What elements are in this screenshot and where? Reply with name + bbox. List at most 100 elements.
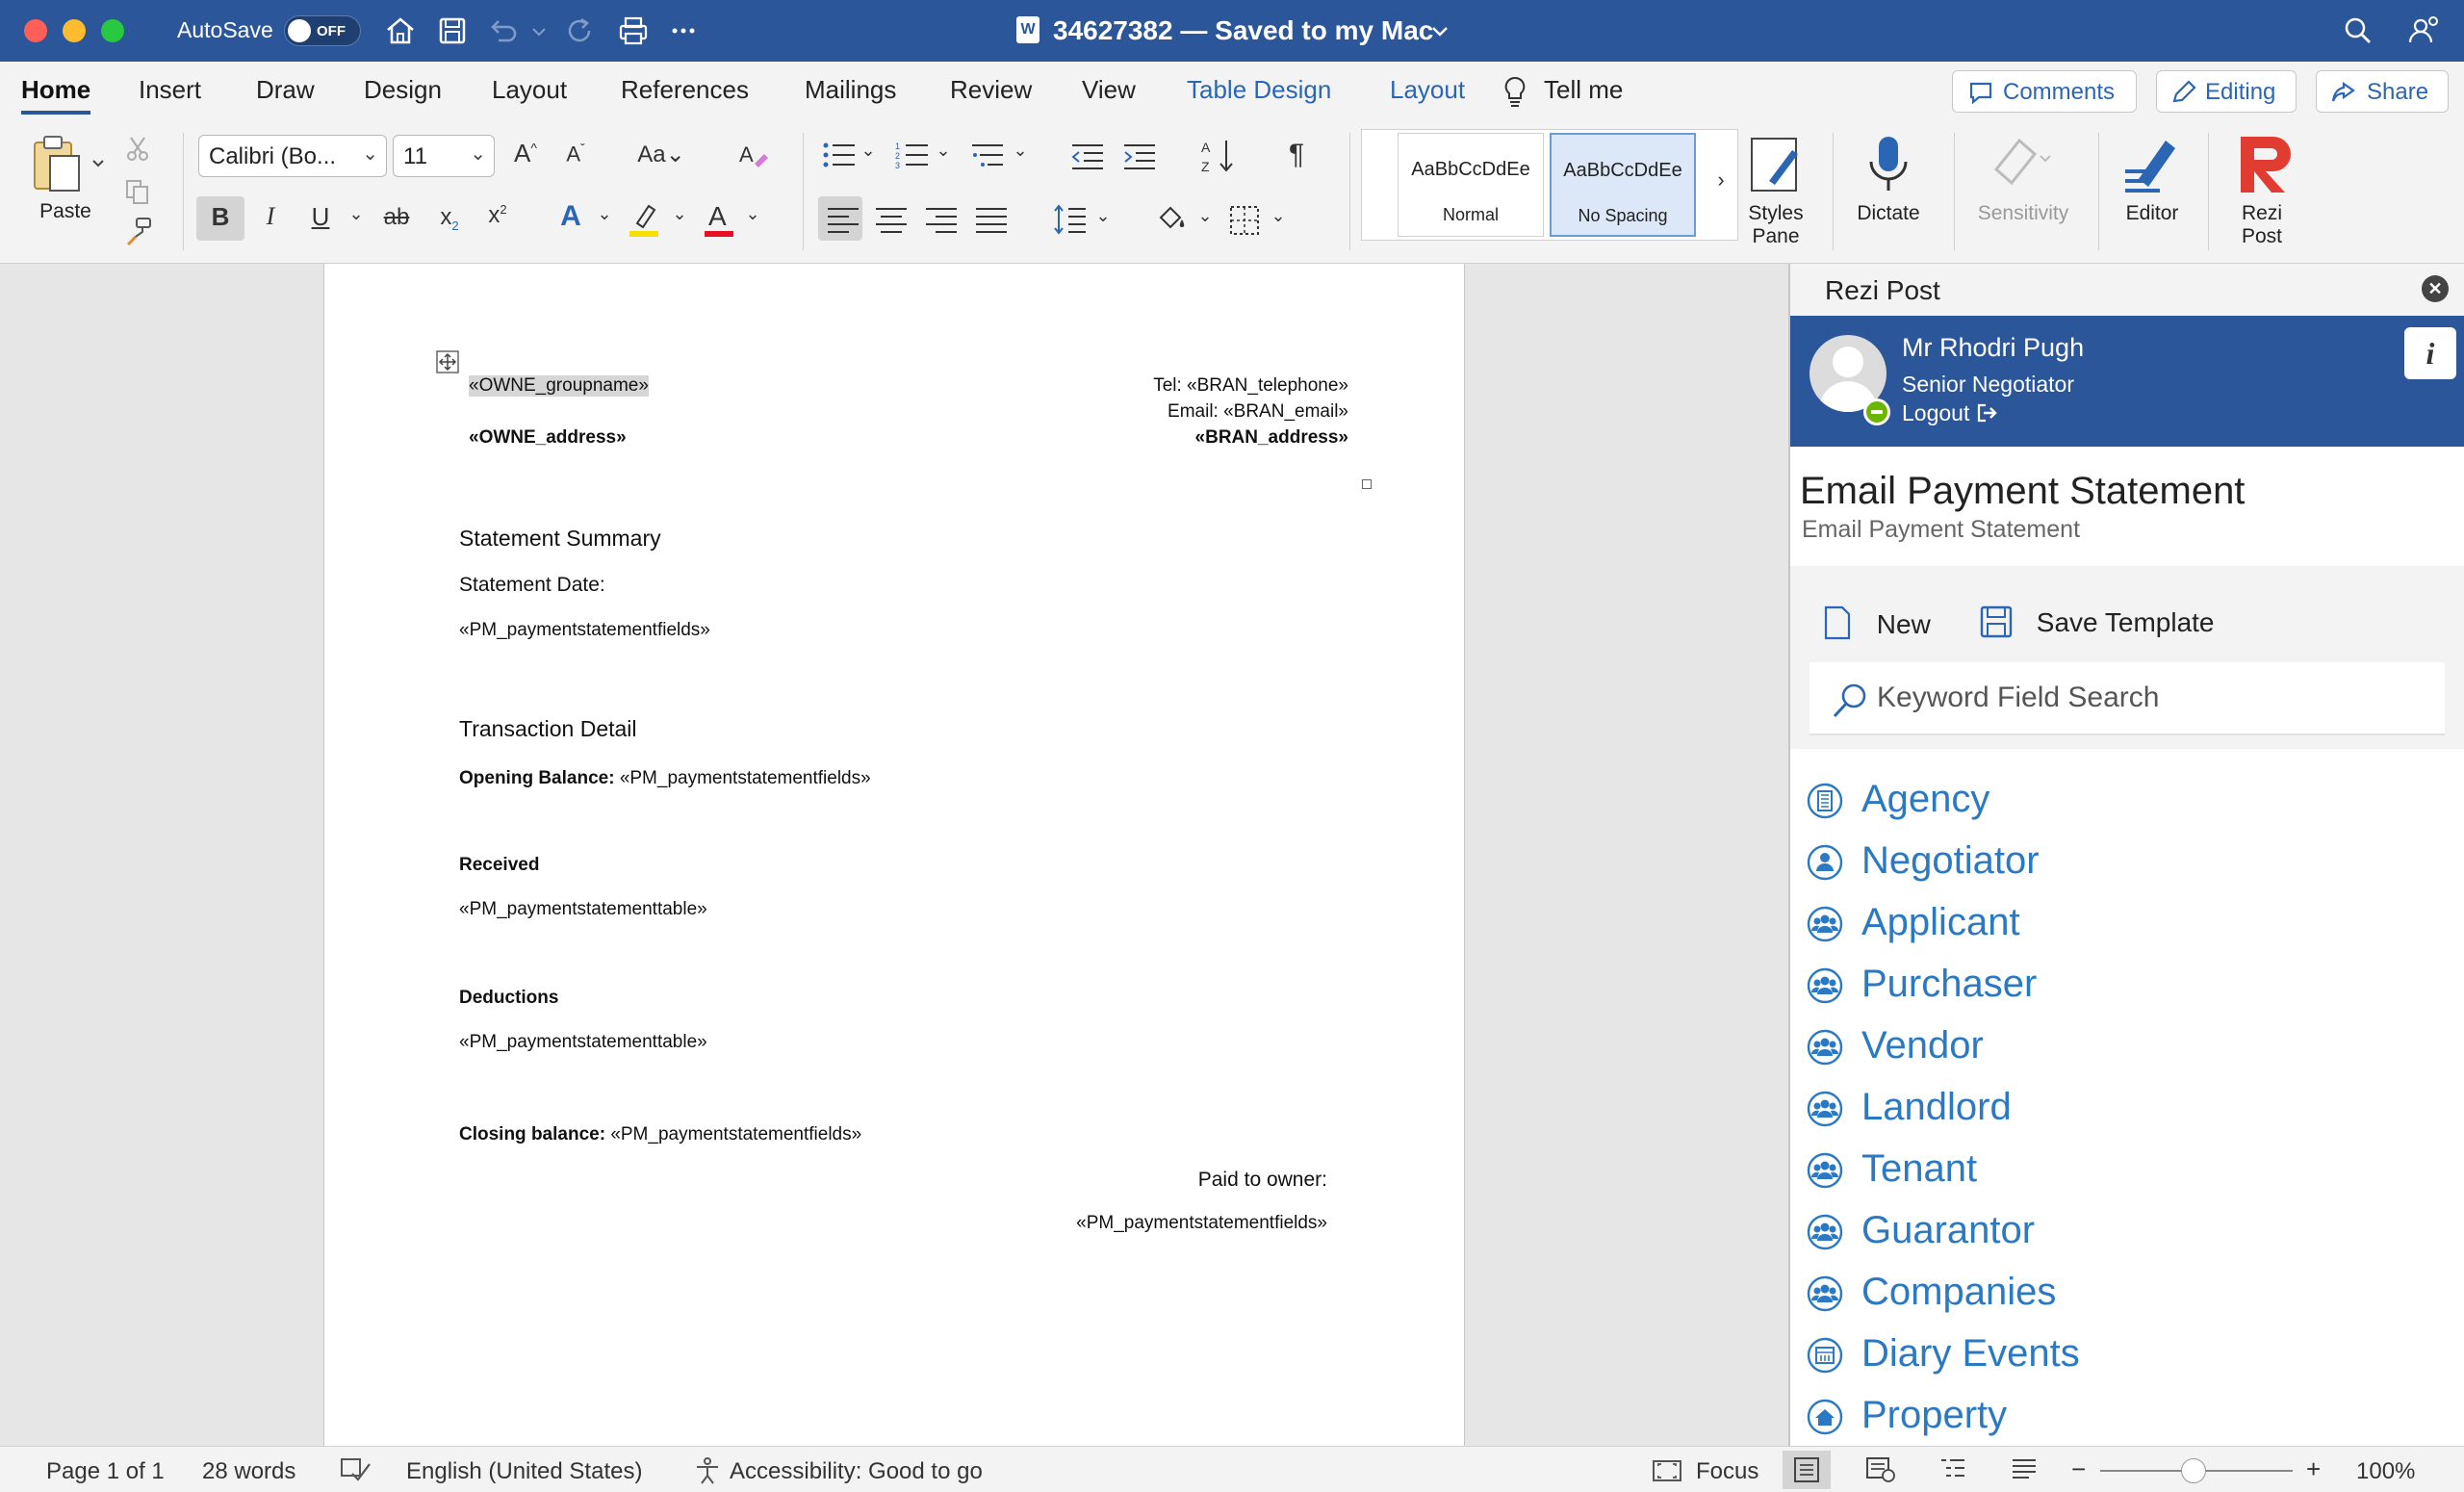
align-center-icon[interactable]	[874, 206, 909, 233]
search-input[interactable]	[1877, 676, 2416, 720]
category-guarantor[interactable]: Guarantor	[1806, 1205, 2441, 1259]
zoom-level[interactable]: 100%	[2356, 1458, 2415, 1485]
owner-address-field[interactable]: «OWNE_address»	[469, 427, 627, 449]
closing-balance-line[interactable]: Closing balance: «PM_paymentstatementfie…	[459, 1124, 861, 1145]
chevron-right-icon[interactable]: ›	[1711, 167, 1731, 193]
sort-icon[interactable]: AZ	[1199, 137, 1238, 175]
paste-dropdown-icon[interactable]	[90, 156, 106, 171]
page-count[interactable]: Page 1 of 1	[46, 1458, 165, 1485]
draft-view-icon[interactable]	[2010, 1456, 2039, 1483]
category-purchaser[interactable]: Purchaser	[1806, 959, 2441, 1013]
focus-label[interactable]: Focus	[1696, 1458, 1758, 1485]
format-painter-icon[interactable]	[123, 216, 154, 246]
chevron-down-icon[interactable]: ⌄	[595, 204, 614, 224]
tab-table-layout[interactable]: Layout	[1390, 75, 1465, 105]
language[interactable]: English (United States)	[406, 1458, 642, 1485]
chevron-down-icon[interactable]: ⌄	[1011, 141, 1030, 161]
subscript-icon[interactable]: x2	[433, 204, 466, 233]
branch-telephone-field[interactable]: Tel: «BRAN_telephone»	[1153, 375, 1348, 397]
line-spacing-icon[interactable]	[1053, 204, 1088, 235]
category-applicant[interactable]: Applicant	[1806, 897, 2441, 951]
home-icon[interactable]	[383, 13, 418, 48]
tab-draw[interactable]: Draw	[256, 75, 315, 105]
tab-references[interactable]: References	[621, 75, 749, 105]
align-right-icon[interactable]	[924, 206, 959, 233]
owner-groupname-field[interactable]: «OWNE_groupname»	[469, 375, 649, 397]
chevron-down-icon[interactable]: ⌄	[1269, 206, 1288, 226]
opening-balance-line[interactable]: Opening Balance: «PM_paymentstatementfie…	[459, 768, 871, 789]
shading-icon[interactable]	[1155, 202, 1190, 237]
save-icon[interactable]	[435, 13, 470, 48]
tab-view[interactable]: View	[1082, 75, 1136, 105]
category-diary-events[interactable]: Diary Events	[1806, 1328, 2441, 1382]
chevron-down-icon[interactable]: ⌄	[743, 204, 762, 224]
highlight-icon[interactable]	[628, 200, 662, 239]
styles-pane-icon[interactable]	[1746, 133, 1806, 196]
search-icon[interactable]	[2341, 13, 2375, 48]
style-no-spacing[interactable]: AaBbCcDdEe No Spacing	[1550, 133, 1696, 237]
outline-view-icon[interactable]	[1938, 1456, 1967, 1483]
accessibility-icon[interactable]	[693, 1456, 722, 1485]
cut-icon[interactable]	[123, 135, 152, 164]
clear-formatting-icon[interactable]: A	[737, 139, 770, 171]
tab-review[interactable]: Review	[950, 75, 1032, 105]
focus-icon[interactable]	[1652, 1458, 1682, 1483]
accessibility-status[interactable]: Accessibility: Good to go	[730, 1458, 983, 1485]
shrink-font-icon[interactable]: Aˇ	[558, 141, 593, 167]
style-normal[interactable]: AaBbCcDdEe Normal	[1398, 133, 1544, 237]
show-formatting-icon[interactable]: ¶	[1280, 139, 1313, 171]
copy-icon[interactable]	[123, 177, 152, 206]
chevron-down-icon[interactable]: ⌄	[1195, 206, 1215, 226]
account-icon[interactable]	[2406, 13, 2441, 48]
chevron-down-icon[interactable]: ⌄	[859, 141, 878, 161]
multilevel-list-icon[interactable]	[970, 141, 1005, 169]
category-agency[interactable]: Agency	[1806, 774, 2441, 828]
bold-icon[interactable]: B	[204, 202, 237, 232]
maximize-window-button[interactable]	[101, 19, 124, 42]
print-layout-icon[interactable]	[1792, 1456, 1821, 1483]
redo-icon[interactable]	[562, 13, 597, 48]
font-size-select[interactable]: 11 ⌄	[393, 135, 495, 177]
category-tenant[interactable]: Tenant	[1806, 1144, 2441, 1197]
editor-icon[interactable]	[2118, 131, 2185, 198]
branch-address-field[interactable]: «BRAN_address»	[1195, 427, 1348, 449]
category-vendor[interactable]: Vendor	[1806, 1020, 2441, 1074]
close-pane-icon[interactable]: ✕	[2422, 275, 2449, 302]
tab-table-design[interactable]: Table Design	[1187, 75, 1331, 105]
category-property[interactable]: Property	[1806, 1390, 2441, 1444]
font-name-select[interactable]: Calibri (Bo... ⌄	[198, 135, 387, 177]
summary-fields-merge[interactable]: «PM_paymentstatementfields»	[459, 620, 710, 641]
zoom-out-icon[interactable]: −	[2071, 1454, 2086, 1484]
tab-mailings[interactable]: Mailings	[805, 75, 896, 105]
tab-insert[interactable]: Insert	[139, 75, 201, 105]
tab-home[interactable]: Home	[21, 75, 91, 115]
zoom-in-icon[interactable]: +	[2306, 1454, 2321, 1484]
save-template-button[interactable]: Save Template	[1979, 605, 2215, 639]
font-color-icon[interactable]: A	[703, 200, 737, 239]
undo-icon[interactable]	[485, 13, 520, 48]
microphone-icon[interactable]	[1861, 131, 1915, 198]
table-move-handle-icon[interactable]	[436, 350, 459, 373]
paste-label[interactable]: Paste	[35, 200, 96, 223]
decrease-indent-icon[interactable]	[1070, 142, 1105, 169]
autosave-toggle[interactable]: OFF	[284, 15, 361, 46]
keyword-field-search[interactable]	[1810, 662, 2445, 735]
increase-indent-icon[interactable]	[1122, 142, 1157, 169]
rezi-post-label[interactable]: Rezi Post	[2223, 202, 2300, 248]
web-layout-icon[interactable]	[1865, 1456, 1896, 1483]
chevron-down-icon[interactable]: ⌄	[1093, 206, 1113, 226]
category-companies[interactable]: Companies	[1806, 1267, 2441, 1321]
table-resize-handle[interactable]	[1362, 479, 1372, 489]
tab-design[interactable]: Design	[364, 75, 442, 105]
category-landlord[interactable]: Landlord	[1806, 1082, 2441, 1136]
styles-pane-label[interactable]: Styles Pane	[1732, 202, 1819, 248]
grow-font-icon[interactable]: A^	[508, 139, 543, 168]
close-window-button[interactable]	[24, 19, 47, 42]
numbering-icon[interactable]: 123	[895, 141, 930, 169]
chevron-down-icon[interactable]: ⌄	[670, 204, 689, 224]
borders-icon[interactable]	[1228, 204, 1261, 237]
more-icon[interactable]	[666, 13, 701, 48]
tab-layout[interactable]: Layout	[492, 75, 567, 105]
info-icon[interactable]: i	[2404, 327, 2456, 379]
bullets-icon[interactable]	[822, 141, 857, 169]
